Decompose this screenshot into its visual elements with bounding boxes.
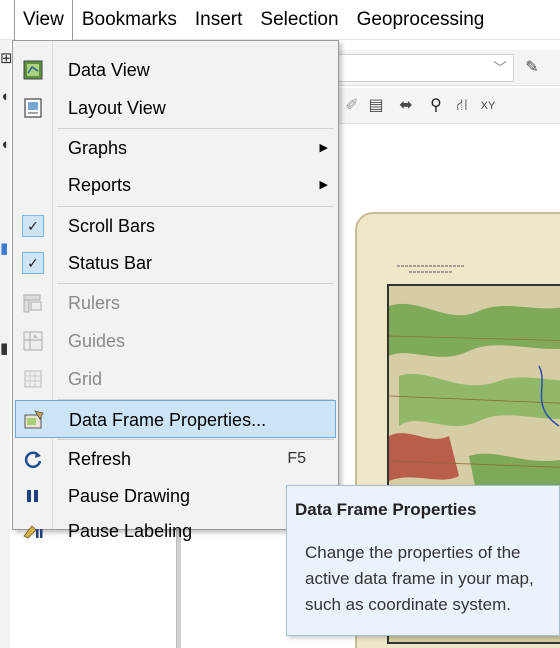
tooltip-data-frame-properties: Data Frame Properties Change the propert…: [286, 485, 560, 636]
measure-icon[interactable]: ⬌: [394, 94, 418, 118]
menu-item-rulers: Rulers: [13, 284, 338, 322]
menu-item-graphs[interactable]: Graphs ▶: [13, 129, 338, 167]
checkmark-icon: ✓: [22, 215, 44, 237]
toc-icon: ▮: [0, 240, 9, 257]
go-to-xy-icon[interactable]: XY: [476, 94, 500, 118]
map-caption-scribble: [397, 265, 465, 273]
menu-item-label: Grid: [68, 369, 103, 389]
toc-icon: ⊞: [0, 50, 13, 67]
view-menu-dropdown: Data View Layout View Graphs ▶ Reports ▶…: [12, 40, 339, 541]
menu-item-layout-view[interactable]: Layout View: [13, 89, 338, 127]
checkmark-icon: ✓: [22, 252, 44, 274]
map-sheet-caption: [395, 262, 485, 283]
menu-bar: View Bookmarks Insert Selection Geoproce…: [0, 0, 560, 40]
menu-item-label: Refresh: [68, 449, 132, 469]
guides-icon: [23, 331, 43, 351]
tools-toolbar: ✐ ▤ ⬌ ⚲ ⛙ XY: [338, 88, 560, 124]
menu-item-status-bar[interactable]: ✓ Status Bar: [13, 244, 338, 282]
menu-item-label: Reports: [68, 175, 132, 195]
toc-icon: ◖: [0, 136, 10, 153]
chevron-down-icon: ﹀: [493, 60, 507, 76]
menu-item-data-frame-properties[interactable]: Data Frame Properties...: [15, 400, 336, 438]
menu-item-label: Layout View: [68, 98, 166, 118]
standard-toolbar: ﹀ ✎: [338, 50, 560, 86]
grid-icon: [24, 370, 42, 388]
tooltip-title: Data Frame Properties: [295, 500, 477, 519]
refresh-icon: [24, 451, 42, 468]
menu-item-guides: Guides: [13, 322, 338, 360]
pencil-icon[interactable]: ✐: [340, 94, 364, 118]
menu-item-label: Guides: [68, 331, 126, 351]
menu-item-label: Graphs: [68, 138, 128, 158]
menu-item-data-view[interactable]: Data View: [13, 51, 338, 89]
html-popup-icon[interactable]: ▤: [364, 94, 388, 118]
menu-item-label: Data Frame Properties...: [69, 410, 267, 430]
menu-item-label: Rulers: [68, 293, 121, 313]
menu-item-label: Data View: [68, 60, 150, 80]
find-icon[interactable]: ⚲: [424, 94, 448, 118]
pause-icon: [27, 490, 38, 502]
route-icon[interactable]: ⛙: [450, 94, 474, 118]
menu-item-reports[interactable]: Reports ▶: [13, 166, 338, 204]
toc-icon: ◖: [0, 88, 10, 105]
menu-selection[interactable]: Selection: [251, 0, 347, 40]
menu-item-scroll-bars[interactable]: ✓ Scroll Bars: [13, 207, 338, 245]
shortcut-label: F5: [287, 450, 306, 467]
menu-bookmarks[interactable]: Bookmarks: [73, 0, 186, 40]
data-view-icon: [23, 60, 43, 80]
menu-item-label: Status Bar: [68, 253, 153, 273]
chevron-right-icon: ▶: [319, 179, 328, 191]
rulers-icon: [23, 294, 42, 313]
editor-icon[interactable]: ✎: [520, 56, 544, 80]
menu-geoprocessing[interactable]: Geoprocessing: [348, 0, 494, 40]
chevron-right-icon: ▶: [319, 142, 328, 154]
data-frame-properties-icon: [24, 410, 44, 429]
menu-item-label: Pause Drawing: [68, 486, 191, 506]
toc-edge: ⊞ ◖ ◖ ▮ ▮: [0, 40, 13, 648]
menu-insert[interactable]: Insert: [186, 0, 252, 40]
toc-icon: ▮: [0, 340, 9, 357]
tooltip-body: Change the properties of the active data…: [305, 543, 534, 614]
menu-view[interactable]: View: [14, 0, 73, 40]
scale-combo[interactable]: ﹀: [338, 54, 514, 82]
menu-item-label: Scroll Bars: [68, 216, 156, 236]
menu-item-grid: Grid: [13, 360, 338, 398]
menu-item-label: Pause Labeling: [68, 521, 193, 541]
pause-labeling-icon: [23, 525, 43, 539]
layout-view-icon: [24, 98, 42, 118]
menu-item-refresh[interactable]: Refresh F5: [13, 440, 338, 478]
